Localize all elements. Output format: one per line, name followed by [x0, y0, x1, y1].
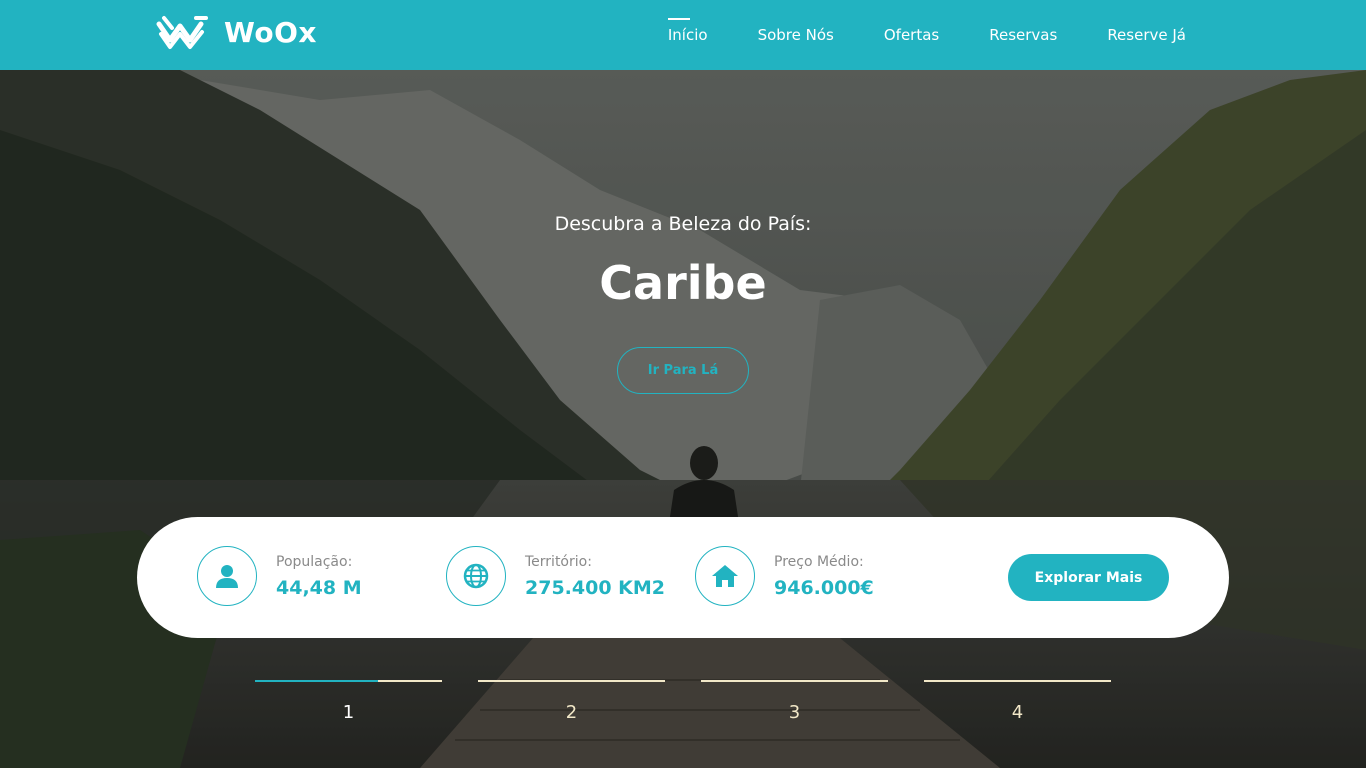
nav-item-reserve-ja[interactable]: Reserve Já [1107, 26, 1186, 44]
stat-territory: Território: 275.400 KM2 [446, 546, 665, 606]
stat-label: Preço Médio: [774, 553, 864, 570]
main-nav: Início Sobre Nós Ofertas Reservas Reserv… [618, 0, 1186, 70]
hero-subtitle: Descubra a Beleza do País: [554, 213, 812, 235]
stat-value: 275.400 KM2 [525, 576, 666, 599]
stat-average-price: Preço Médio: 946.000€ [695, 546, 874, 606]
stat-label: Território: [525, 553, 592, 570]
site-header: WoOx Início Sobre Nós Ofertas Reservas R… [0, 0, 1366, 70]
slider-indicator-2[interactable]: 2 [478, 680, 665, 723]
country-info-card: População: 44,48 M Território: 275.400 K… [137, 517, 1229, 638]
slider-progress-bar [255, 680, 442, 682]
slider-indicator-label: 2 [565, 702, 578, 723]
stat-label: População: [276, 553, 353, 570]
stat-population: População: 44,48 M [197, 546, 362, 606]
logo[interactable]: WoOx [156, 14, 317, 50]
slider-indicator-1[interactable]: 1 [255, 680, 442, 723]
hero-title: Caribe [599, 256, 767, 310]
slider-indicator-3[interactable]: 3 [701, 680, 888, 723]
logo-icon [156, 16, 208, 49]
globe-icon [446, 546, 506, 606]
slider-progress-bar [924, 680, 1111, 682]
hero-section: Descubra a Beleza do País: Caribe Ir Par… [0, 70, 1366, 768]
user-icon [197, 546, 257, 606]
slider-indicator-label: 1 [342, 702, 355, 723]
go-there-button[interactable]: Ir Para Lá [617, 347, 749, 394]
hero-overlay [0, 70, 1366, 768]
nav-item-sobre-nos[interactable]: Sobre Nós [758, 26, 834, 44]
nav-item-ofertas[interactable]: Ofertas [884, 26, 939, 44]
slider-indicator-label: 3 [788, 702, 801, 723]
stat-value: 946.000€ [774, 576, 874, 599]
logo-text: WoOx [224, 15, 317, 49]
slider-progress-bar [478, 680, 665, 682]
slider-progress-bar [701, 680, 888, 682]
nav-item-reservas[interactable]: Reservas [989, 26, 1057, 44]
explore-more-button[interactable]: Explorar Mais [1008, 554, 1169, 601]
nav-item-inicio[interactable]: Início [667, 18, 708, 44]
stat-value: 44,48 M [276, 576, 362, 599]
home-icon [695, 546, 755, 606]
slider-indicator-4[interactable]: 4 [924, 680, 1111, 723]
slider-indicator-label: 4 [1011, 702, 1024, 723]
